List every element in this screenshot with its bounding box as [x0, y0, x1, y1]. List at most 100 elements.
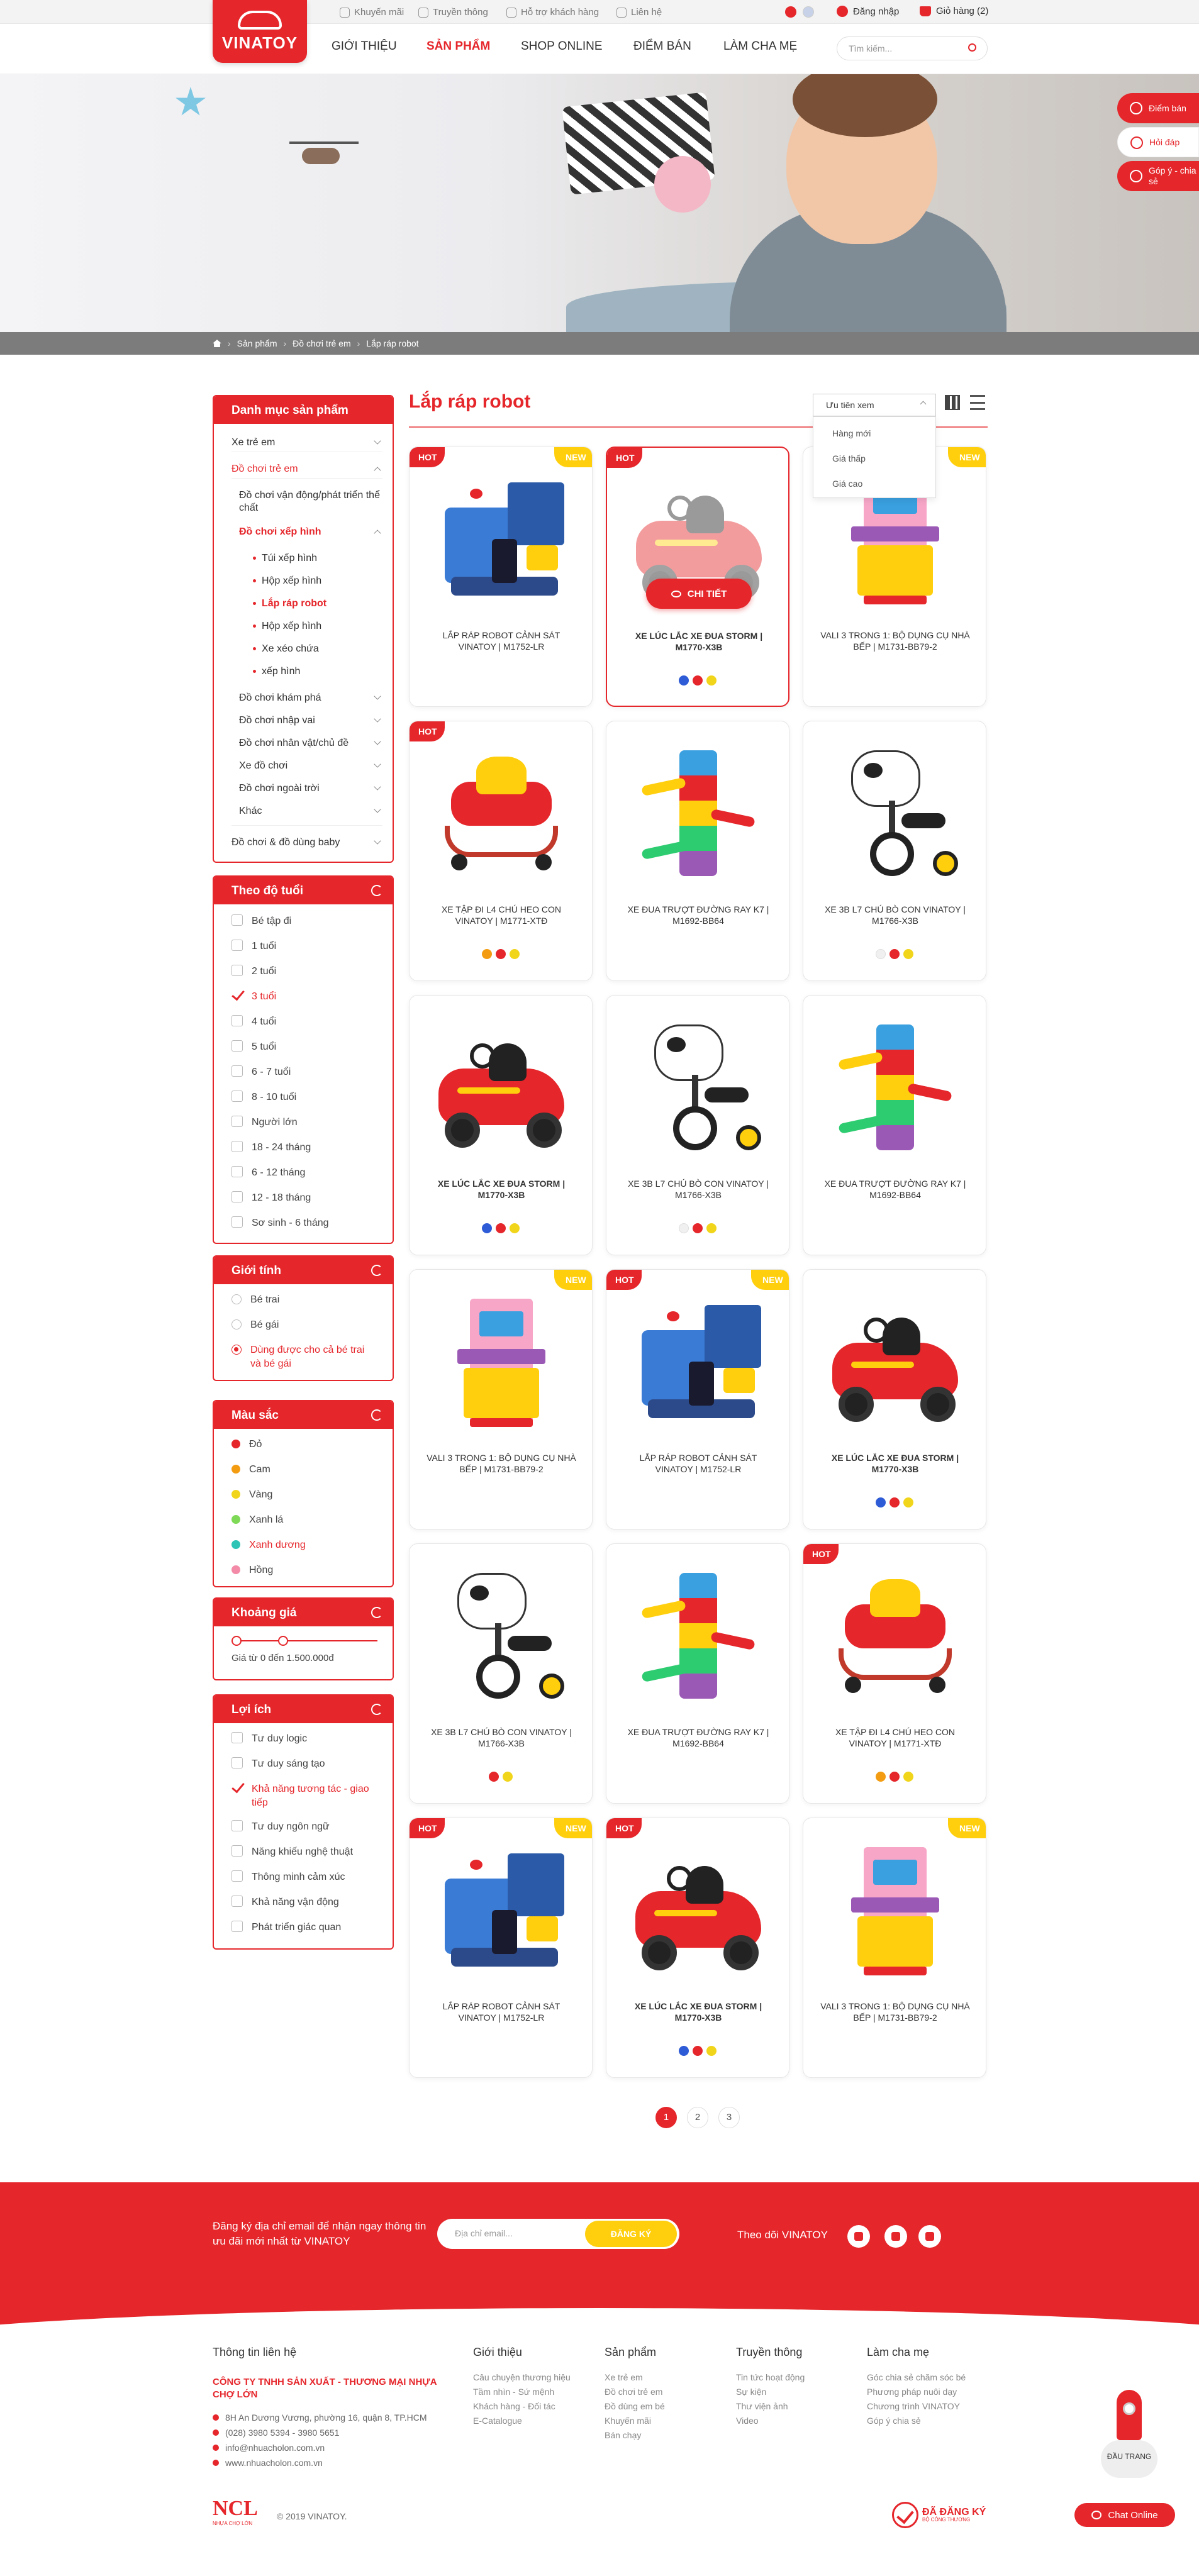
sort-select[interactable]: Ưu tiên xem	[813, 394, 936, 416]
benefit-option-checked[interactable]: Khả năng tương tác - giao tiếp	[231, 1782, 376, 1809]
age-option-checked[interactable]: 3 tuổi	[231, 990, 276, 1004]
color-option[interactable]: Xanh dương	[231, 1538, 306, 1552]
nav-products[interactable]: SẢN PHẨM	[427, 40, 490, 53]
benefit-option[interactable]: Năng khiếu nghệ thuật	[231, 1845, 353, 1859]
product-name[interactable]: XE 3B L7 CHÚ BÒ CON VINATOY | M1766-X3B	[426, 1726, 577, 1749]
color-swatch[interactable]	[510, 1223, 520, 1233]
cat-ngoai-troi[interactable]: Đồ chơi ngoài trời	[214, 782, 393, 795]
cat-do-choi-tre-em[interactable]: Đồ chơi trẻ em	[214, 463, 393, 475]
product-image[interactable]	[826, 1841, 964, 1979]
reset-icon[interactable]	[371, 1409, 382, 1421]
cart-link[interactable]: Giỏ hàng (2)	[920, 6, 988, 16]
reset-icon[interactable]	[371, 885, 382, 896]
login-link[interactable]: Đăng nhập	[837, 6, 899, 17]
color-swatch[interactable]	[679, 2046, 689, 2056]
product-name[interactable]: XE LÚC LẮC XE ĐUA STORM | M1770-X3B	[623, 630, 774, 653]
product-name[interactable]: VALI 3 TRONG 1: BỘ DỤNG CỤ NHÀ BẾP | M17…	[426, 1452, 577, 1475]
home-icon[interactable]	[213, 340, 221, 347]
product-image[interactable]	[629, 744, 767, 882]
float-faq-button[interactable]: Hỏi đáp	[1117, 127, 1199, 157]
sort-option-price-high[interactable]: Giá cao	[832, 479, 862, 489]
benefit-option[interactable]: Khả năng vận động	[231, 1896, 339, 1909]
product-card[interactable]: HOT CHI TIẾT XE LÚC LẮC XE ĐUA STORM | M17…	[606, 447, 789, 707]
color-swatch[interactable]	[496, 1223, 506, 1233]
float-stores-button[interactable]: Điểm bán	[1117, 93, 1199, 123]
product-name[interactable]: XE LÚC LẮC XE ĐUA STORM | M1770-X3B	[820, 1452, 971, 1475]
float-feedback-button[interactable]: Góp ý - chia sẻ	[1117, 161, 1199, 191]
cat-lap-rap-robot[interactable]: Lắp ráp robot	[214, 597, 393, 610]
product-image[interactable]	[629, 1567, 767, 1705]
footer-link[interactable]: Phương pháp nuôi dạy	[867, 2387, 957, 2398]
instagram-icon[interactable]	[884, 2225, 907, 2248]
cat-hop-xep-hinh-2[interactable]: Hộp xếp hình	[214, 620, 393, 633]
footer-link[interactable]: Đồ chơi trẻ em	[605, 2387, 662, 2398]
product-card[interactable]: HOT XE TẬP ĐI L4 CHÚ HEO CON VINATOY | M1…	[803, 1543, 986, 1804]
product-name[interactable]: XE LÚC LẮC XE ĐUA STORM | M1770-X3B	[623, 2001, 774, 2023]
product-card[interactable]: NEW VALI 3 TRONG 1: BỘ DỤNG CỤ NHÀ BẾP | …	[803, 1818, 986, 2078]
cat-tui-xep-hinh[interactable]: Túi xếp hình	[214, 552, 393, 565]
footer-link[interactable]: Tầm nhìn - Sứ mệnh	[473, 2387, 554, 2398]
product-card[interactable]: HOT XE LÚC LẮC XE ĐUA STORM | M1770-X3B	[606, 1818, 789, 2078]
color-swatch[interactable]	[903, 1772, 913, 1782]
product-card[interactable]: XE 3B L7 CHÚ BÒ CON VINATOY | M1766-X3B	[409, 1543, 593, 1804]
product-image[interactable]	[826, 1018, 964, 1157]
sort-option-price-low[interactable]: Giá thấp	[832, 453, 866, 464]
color-swatch[interactable]	[496, 949, 506, 959]
product-card[interactable]: HOT NEW LẮP RÁP ROBOT CẢNH SÁT VINATOY | M…	[409, 447, 593, 707]
product-image[interactable]	[629, 1292, 767, 1431]
cat-xe-do-choi[interactable]: Xe đồ chơi	[214, 760, 393, 772]
back-to-top-button[interactable]: ĐẦU TRANG	[1101, 2390, 1157, 2478]
product-image[interactable]	[826, 744, 964, 882]
age-option[interactable]: 12 - 18 tháng	[231, 1191, 311, 1205]
reset-icon[interactable]	[371, 1607, 382, 1618]
color-swatch[interactable]	[489, 1772, 499, 1782]
media-link[interactable]: Truyền thông	[418, 7, 488, 18]
age-option[interactable]: 6 - 12 tháng	[231, 1166, 305, 1180]
product-card[interactable]: XE ĐUA TRƯỢT ĐƯỜNG RAY K7 | M1692-BB64	[606, 1543, 789, 1804]
color-option[interactable]: Hồng	[231, 1563, 273, 1577]
product-card[interactable]: HOT NEW LẮP RÁP ROBOT CẢNH SÁT VINATOY | M…	[409, 1818, 593, 2078]
cat-xe-xeo-chua[interactable]: Xe xéo chứa	[214, 643, 393, 655]
benefit-option[interactable]: Tư duy logic	[231, 1732, 307, 1746]
product-name[interactable]: XE ĐUA TRƯỢT ĐƯỜNG RAY K7 | M1692-BB64	[623, 1726, 774, 1749]
footer-link[interactable]: Khách hàng - Đối tác	[473, 2401, 555, 2412]
cat-nhap-vai[interactable]: Đồ chơi nhập vai	[214, 714, 393, 727]
product-image[interactable]	[629, 1018, 767, 1157]
reset-icon[interactable]	[371, 1704, 382, 1715]
nav-stores[interactable]: ĐIỂM BÁN	[633, 40, 691, 53]
color-swatch[interactable]	[503, 1772, 513, 1782]
product-card[interactable]: NEW VALI 3 TRONG 1: BỘ DỤNG CỤ NHÀ BẾP | …	[409, 1269, 593, 1530]
cat-hop-xep-hinh[interactable]: Hộp xếp hình	[214, 575, 393, 587]
age-option[interactable]: 18 - 24 tháng	[231, 1141, 311, 1155]
product-name[interactable]: XE LÚC LẮC XE ĐUA STORM | M1770-X3B	[426, 1178, 577, 1201]
gender-option[interactable]: Bé trai	[231, 1293, 279, 1307]
color-swatch[interactable]	[706, 1223, 717, 1233]
color-option[interactable]: Cam	[231, 1463, 270, 1477]
color-swatch[interactable]	[482, 1223, 492, 1233]
price-slider-track[interactable]	[237, 1640, 377, 1641]
vn-flag-icon[interactable]	[785, 6, 796, 18]
product-card[interactable]: XE 3B L7 CHÚ BÒ CON VINATOY | M1766-X3B	[606, 995, 789, 1255]
cat-xe-tre-em[interactable]: Xe trẻ em	[214, 436, 393, 449]
color-swatch[interactable]	[706, 675, 717, 686]
cat-xep-hinh-2[interactable]: xếp hình	[214, 665, 393, 678]
product-image[interactable]	[432, 744, 571, 882]
facebook-icon[interactable]	[847, 2225, 870, 2248]
product-image[interactable]	[826, 1567, 964, 1705]
footer-link[interactable]: Đồ dùng em bé	[605, 2401, 665, 2412]
age-option[interactable]: 2 tuổi	[231, 965, 276, 979]
product-name[interactable]: LẮP RÁP ROBOT CẢNH SÁT VINATOY | M1752-L…	[623, 1452, 774, 1475]
footer-link[interactable]: Góc chia sẻ chăm sóc bé	[867, 2372, 966, 2384]
crumb-products[interactable]: Sản phẩm	[237, 338, 277, 348]
product-name[interactable]: XE TẬP ĐI L4 CHÚ HEO CON VINATOY | M1771…	[820, 1726, 971, 1749]
benefit-option[interactable]: Tư duy ngôn ngữ	[231, 1820, 330, 1834]
color-swatch[interactable]	[876, 1497, 886, 1507]
product-name[interactable]: XE 3B L7 CHÚ BÒ CON VINATOY | M1766-X3B	[820, 904, 971, 926]
footer-link[interactable]: Video	[736, 2416, 759, 2427]
footer-link[interactable]: Thư viện ảnh	[736, 2401, 788, 2412]
search-input[interactable]: Tìm kiếm...	[837, 36, 988, 60]
chat-online-button[interactable]: Chat Online	[1074, 2503, 1175, 2527]
footer-link[interactable]: Bán chạy	[605, 2430, 641, 2441]
nav-shop-online[interactable]: SHOP ONLINE	[521, 40, 603, 53]
cat-van-dong[interactable]: Đồ chơi vận động/phát triển thể chất	[214, 489, 393, 514]
